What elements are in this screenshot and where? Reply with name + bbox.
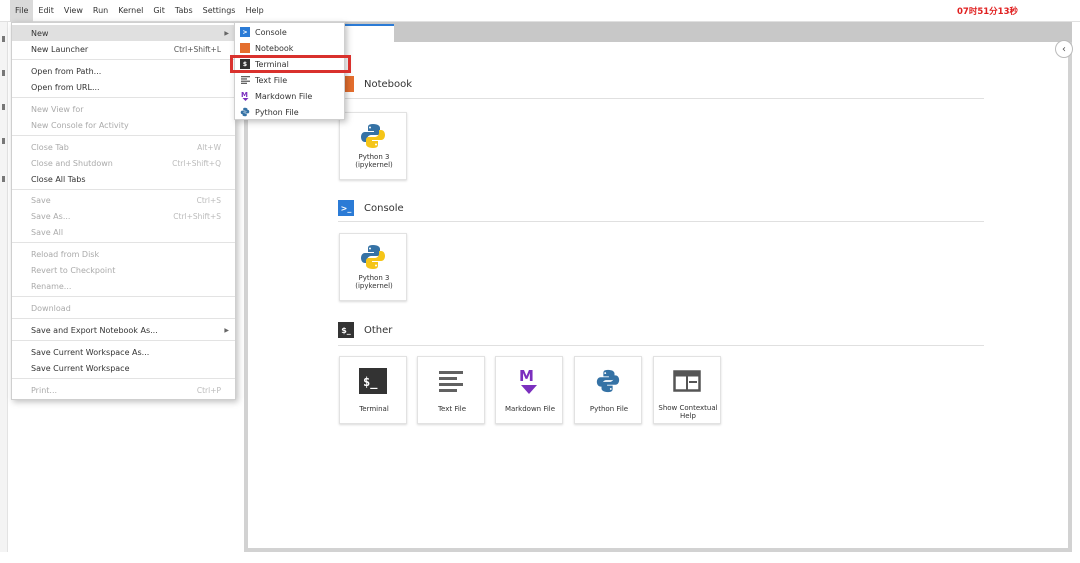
new-python-file-item[interactable]: Python File [235, 104, 344, 120]
file-menu-reload-from-disk[interactable]: Reload from Disk [12, 246, 235, 262]
menu-git[interactable]: Git [148, 0, 170, 22]
file-menu-new-view[interactable]: New View for [12, 101, 235, 117]
terminal-icon: $_ [358, 366, 388, 396]
file-menu-close-and-shutdown[interactable]: Close and Shutdown Ctrl+Shift+Q [12, 155, 235, 171]
card-label: Terminal [359, 405, 389, 413]
chevron-left-icon: ‹ [1062, 43, 1066, 55]
menu-file[interactable]: File [10, 0, 34, 22]
menu-run[interactable]: Run [88, 0, 113, 22]
clock-display: 07时51分13秒 [957, 7, 1018, 17]
python-logo-icon [358, 121, 388, 151]
file-menu-save-and-export[interactable]: Save and Export Notebook As... ▶ [12, 322, 235, 338]
file-menu-new-launcher[interactable]: New Launcher Ctrl+Shift+L [12, 41, 235, 57]
sidebar-tab-indicator[interactable] [2, 138, 5, 144]
file-menu-close-tab[interactable]: Close Tab Alt+W [12, 139, 235, 155]
file-menu-save-workspace-as[interactable]: Save Current Workspace As... [12, 344, 235, 360]
python-logo-icon [593, 366, 623, 396]
file-menu-save-as[interactable]: Save As... Ctrl+Shift+S [12, 208, 235, 224]
launcher-card-terminal[interactable]: $_ Terminal [339, 356, 407, 424]
card-label: Python File [589, 405, 629, 413]
sidebar-tab-indicator[interactable] [2, 70, 5, 76]
menu-view[interactable]: View [59, 0, 88, 22]
card-label: Markdown File [504, 405, 556, 413]
launcher-card-python3-console[interactable]: Python 3 (ipykernel) [339, 233, 407, 301]
menu-bar: File Edit View Run Kernel Git Tabs Setti… [0, 0, 1080, 22]
markdown-icon: M [240, 91, 250, 101]
chevron-right-icon: ▶ [224, 29, 229, 37]
svg-text:M: M [241, 91, 248, 99]
notebook-icon [240, 43, 250, 53]
launcher-card-contextual-help[interactable]: Show Contextual Help [653, 356, 721, 424]
file-menu-close-all-tabs[interactable]: Close All Tabs [12, 171, 235, 187]
file-menu-new-console-for-activity[interactable]: New Console for Activity [12, 117, 235, 133]
card-label: Text File [437, 405, 467, 413]
left-sidebar[interactable] [0, 22, 8, 552]
file-menu-save-workspace[interactable]: Save Current Workspace [12, 360, 235, 376]
chevron-right-icon: ▶ [224, 326, 229, 334]
section-title: Notebook [364, 78, 413, 90]
card-label: Show Contextual Help [658, 404, 718, 420]
file-menu-new[interactable]: New ▶ [12, 25, 235, 41]
file-menu-download[interactable]: Download [12, 300, 235, 316]
sidebar-tab-indicator[interactable] [2, 104, 5, 110]
file-menu-rename[interactable]: Rename... [12, 278, 235, 294]
menu-tabs[interactable]: Tabs [170, 0, 198, 22]
menu-help[interactable]: Help [240, 0, 268, 22]
text-file-icon [240, 75, 250, 85]
svg-text:M: M [519, 367, 534, 385]
menu-edit[interactable]: Edit [33, 0, 59, 22]
tab-bar [244, 22, 1072, 42]
file-menu-open-from-url[interactable]: Open from URL... [12, 79, 235, 95]
file-menu-print[interactable]: Print... Ctrl+P [12, 382, 235, 398]
launcher-card-python3-notebook[interactable]: Python 3 (ipykernel) [339, 112, 407, 180]
terminal-icon: $_ [338, 322, 354, 338]
section-title: Console [364, 202, 404, 214]
card-label: Python 3 (ipykernel) [355, 153, 393, 169]
menu-kernel[interactable]: Kernel [113, 0, 148, 22]
sidebar-tab-indicator[interactable] [2, 176, 5, 182]
launcher-card-python-file[interactable]: Python File [574, 356, 642, 424]
tab-launcher[interactable] [344, 24, 394, 42]
sidebar-tab-indicator[interactable] [2, 36, 5, 42]
section-title: Other [364, 324, 393, 336]
collapse-sidebar-button[interactable]: ‹ [1055, 40, 1073, 58]
launcher-section-other: $_ Other [338, 320, 984, 340]
new-notebook-item[interactable]: Notebook [235, 40, 344, 56]
file-menu-save[interactable]: Save Ctrl+S [12, 192, 235, 208]
text-file-icon [436, 366, 466, 396]
new-markdown-file-item[interactable]: M Markdown File [235, 88, 344, 104]
python-icon [240, 107, 250, 117]
python-logo-icon [358, 242, 388, 272]
svg-text:$_: $_ [363, 375, 378, 390]
file-menu-save-all[interactable]: Save All [12, 224, 235, 240]
launcher-card-markdown-file[interactable]: M Markdown File [495, 356, 563, 424]
menu-settings[interactable]: Settings [198, 0, 241, 22]
new-console-item[interactable]: > Console [235, 24, 344, 40]
file-menu-dropdown: New ▶ New Launcher Ctrl+Shift+L Open from … [11, 22, 236, 400]
launcher-section-console: >_ Console [338, 198, 984, 218]
markdown-icon: M [514, 366, 544, 396]
launcher-card-text-file[interactable]: Text File [417, 356, 485, 424]
new-text-file-item[interactable]: Text File [235, 72, 344, 88]
console-icon: > [240, 27, 250, 37]
terminal-highlight-box [230, 55, 351, 73]
card-label: Python 3 (ipykernel) [355, 274, 393, 290]
console-icon: >_ [338, 200, 354, 216]
launcher-section-notebook: Notebook [338, 74, 984, 94]
file-menu-open-from-path[interactable]: Open from Path... [12, 63, 235, 79]
contextual-help-icon [672, 366, 702, 396]
file-menu-revert-to-checkpoint[interactable]: Revert to Checkpoint [12, 262, 235, 278]
